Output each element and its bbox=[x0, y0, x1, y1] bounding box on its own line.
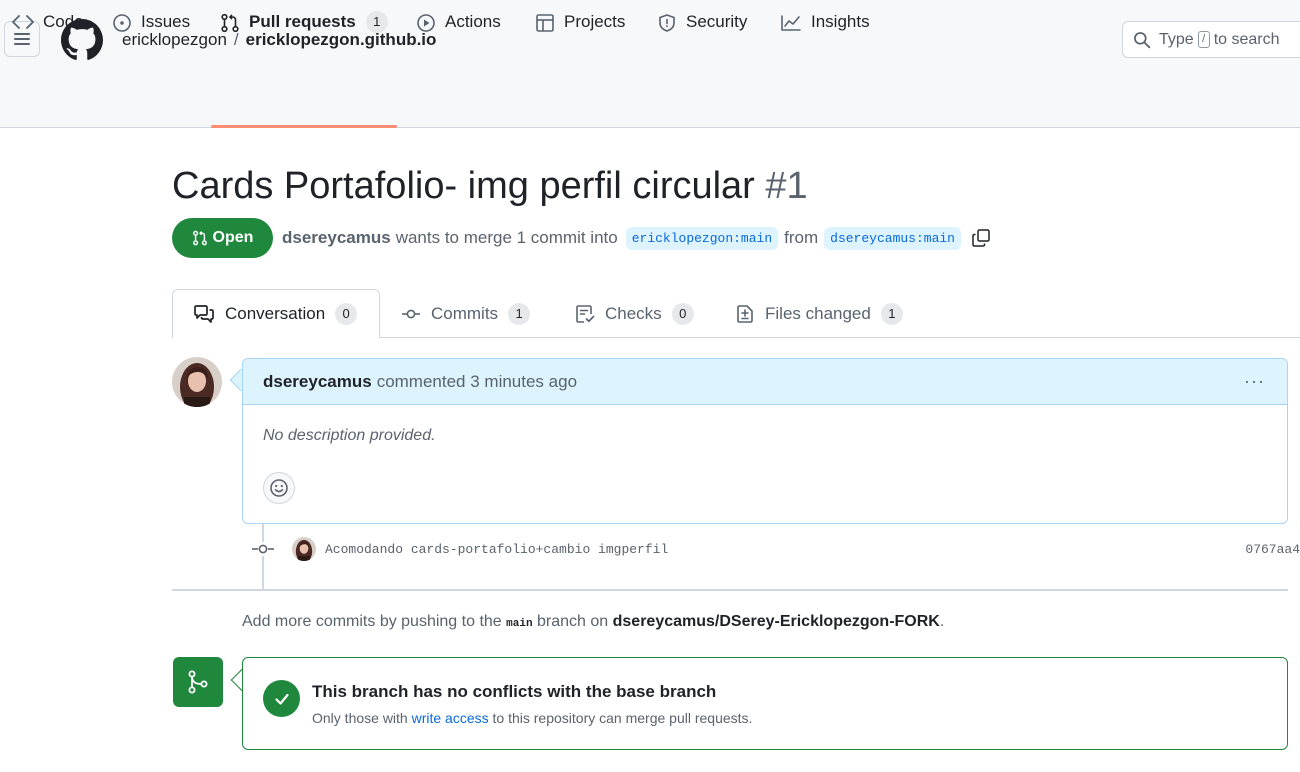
push-hint: Add more commits by pushing to the main … bbox=[242, 613, 944, 631]
head-branch-label[interactable]: dsereycamus:main bbox=[824, 226, 961, 250]
merge-status-title: This branch has no conflicts with the ba… bbox=[312, 682, 717, 701]
user-avatar-icon bbox=[292, 537, 316, 561]
git-merge-icon bbox=[188, 670, 208, 694]
app-header: ericklopezgon / ericklopezgon.github.io Ty… bbox=[0, 0, 1300, 128]
search-shortcut-key: / bbox=[1197, 31, 1210, 48]
merge-status-icon-box bbox=[173, 657, 223, 707]
check-icon bbox=[274, 693, 289, 705]
comment-author-link[interactable]: dsereycamus bbox=[263, 372, 372, 392]
search-placeholder-prefix: Type bbox=[1159, 30, 1194, 48]
pr-state-row: Open dsereycamus wants to merge 1 commit… bbox=[172, 218, 991, 258]
push-hint-repo-link[interactable]: dsereycamus/DSerey-Ericklopezgon-FORK bbox=[613, 613, 940, 630]
add-reaction-button[interactable] bbox=[263, 472, 295, 504]
push-hint-middle: branch on bbox=[537, 613, 609, 630]
tab-issues-label: Issues bbox=[141, 12, 191, 31]
files-changed-count-badge: 1 bbox=[880, 302, 903, 325]
tab-projects[interactable]: Projects bbox=[535, 0, 625, 50]
merge-sub-prefix: Only those with bbox=[312, 710, 408, 726]
graph-icon bbox=[781, 15, 801, 31]
tab-actions[interactable]: Actions bbox=[416, 0, 501, 50]
comment-timestamp[interactable]: commented 3 minutes ago bbox=[377, 372, 577, 392]
comment-card: dsereycamus commented 3 minutes ago ··· … bbox=[242, 358, 1288, 524]
play-icon bbox=[417, 14, 435, 32]
smiley-icon bbox=[270, 479, 288, 497]
tab-checks[interactable]: Checks 0 bbox=[575, 289, 694, 338]
issue-opened-icon bbox=[113, 14, 131, 32]
timeline-divider bbox=[172, 589, 1288, 591]
comment-discussion-icon bbox=[194, 305, 214, 323]
tab-actions-label: Actions bbox=[445, 12, 501, 31]
tab-security-label: Security bbox=[686, 12, 748, 31]
list-item: Acomodando cards-portafolio+cambio imgpe… bbox=[252, 534, 1300, 564]
table-icon bbox=[536, 14, 554, 32]
tab-pull-requests[interactable]: Pull requests 1 bbox=[220, 0, 388, 50]
tab-pull-requests-label: Pull requests bbox=[249, 12, 356, 31]
tab-code[interactable]: Code bbox=[12, 0, 84, 50]
checks-count-badge: 0 bbox=[671, 302, 694, 325]
merge-sub-suffix: to this repository can merge pull reques… bbox=[492, 710, 753, 726]
status-badge: Open bbox=[172, 218, 273, 258]
tab-checks-label: Checks bbox=[605, 303, 662, 323]
push-hint-prefix: Add more commits by pushing to the bbox=[242, 613, 502, 630]
user-avatar-icon bbox=[172, 357, 222, 407]
checklist-icon bbox=[576, 304, 595, 323]
commit-message-link[interactable]: Acomodando cards-portafolio+cambio imgpe… bbox=[325, 542, 668, 557]
tab-conversation[interactable]: Conversation 0 bbox=[172, 289, 380, 338]
tab-files-changed-label: Files changed bbox=[765, 303, 871, 323]
tab-projects-label: Projects bbox=[564, 12, 626, 31]
tab-conversation-label: Conversation bbox=[225, 304, 326, 323]
git-pull-request-icon bbox=[221, 13, 239, 33]
active-tab-underline bbox=[211, 125, 397, 128]
pr-author-link[interactable]: dsereycamus bbox=[282, 228, 391, 248]
search-placeholder-suffix: to search bbox=[1213, 30, 1280, 48]
avatar[interactable] bbox=[292, 537, 316, 561]
shield-icon bbox=[659, 14, 675, 32]
copy-icon[interactable] bbox=[971, 228, 991, 248]
pr-meta: dsereycamus wants to merge 1 commit into… bbox=[282, 226, 991, 250]
search-icon bbox=[1134, 31, 1151, 48]
tab-insights-label: Insights bbox=[811, 12, 870, 31]
check-circle-icon bbox=[263, 680, 300, 717]
push-hint-branch: main bbox=[506, 618, 533, 630]
git-commit-icon bbox=[252, 542, 274, 556]
commits-count-badge: 1 bbox=[508, 302, 531, 325]
tab-commits[interactable]: Commits 1 bbox=[401, 289, 531, 338]
comment-header: dsereycamus commented 3 minutes ago ··· bbox=[243, 359, 1287, 405]
status-badge-label: Open bbox=[212, 229, 254, 246]
pr-title-text: Cards Portafolio- img perfil circular bbox=[172, 165, 755, 207]
pr-merge-text: wants to merge 1 commit into bbox=[395, 228, 618, 247]
file-diff-icon bbox=[737, 304, 753, 323]
tab-code-label: Code bbox=[43, 12, 84, 31]
merge-status-box: This branch has no conflicts with the ba… bbox=[242, 657, 1288, 750]
git-commit-icon bbox=[402, 309, 420, 318]
page-title: Cards Portafolio- img perfil circular #1 bbox=[172, 162, 808, 210]
avatar[interactable] bbox=[172, 357, 222, 407]
conversation-count-badge: 0 bbox=[335, 303, 358, 325]
merge-status-subtitle: Only those with write access to this rep… bbox=[312, 710, 752, 726]
pr-from-text: from bbox=[784, 228, 819, 247]
tab-commits-label: Commits bbox=[431, 303, 499, 323]
pr-number: #1 bbox=[765, 165, 808, 207]
tab-insights[interactable]: Insights bbox=[780, 0, 870, 50]
write-access-link[interactable]: write access bbox=[412, 710, 489, 726]
commit-sha-link[interactable]: 0767aa4 bbox=[1245, 542, 1300, 557]
git-pull-request-icon bbox=[192, 230, 207, 246]
pull-requests-count-badge: 1 bbox=[365, 11, 388, 33]
comment-body: No description provided. bbox=[263, 427, 436, 444]
tab-security[interactable]: Security bbox=[657, 0, 747, 50]
base-branch-label[interactable]: ericklopezgon:main bbox=[625, 226, 779, 250]
code-icon bbox=[12, 15, 34, 29]
push-hint-suffix: . bbox=[939, 613, 945, 630]
search-input[interactable]: Type / to search bbox=[1122, 21, 1300, 58]
tab-files-changed[interactable]: Files changed 1 bbox=[735, 289, 903, 338]
comment-options-button[interactable]: ··· bbox=[1244, 371, 1265, 392]
tab-issues[interactable]: Issues bbox=[112, 0, 190, 50]
